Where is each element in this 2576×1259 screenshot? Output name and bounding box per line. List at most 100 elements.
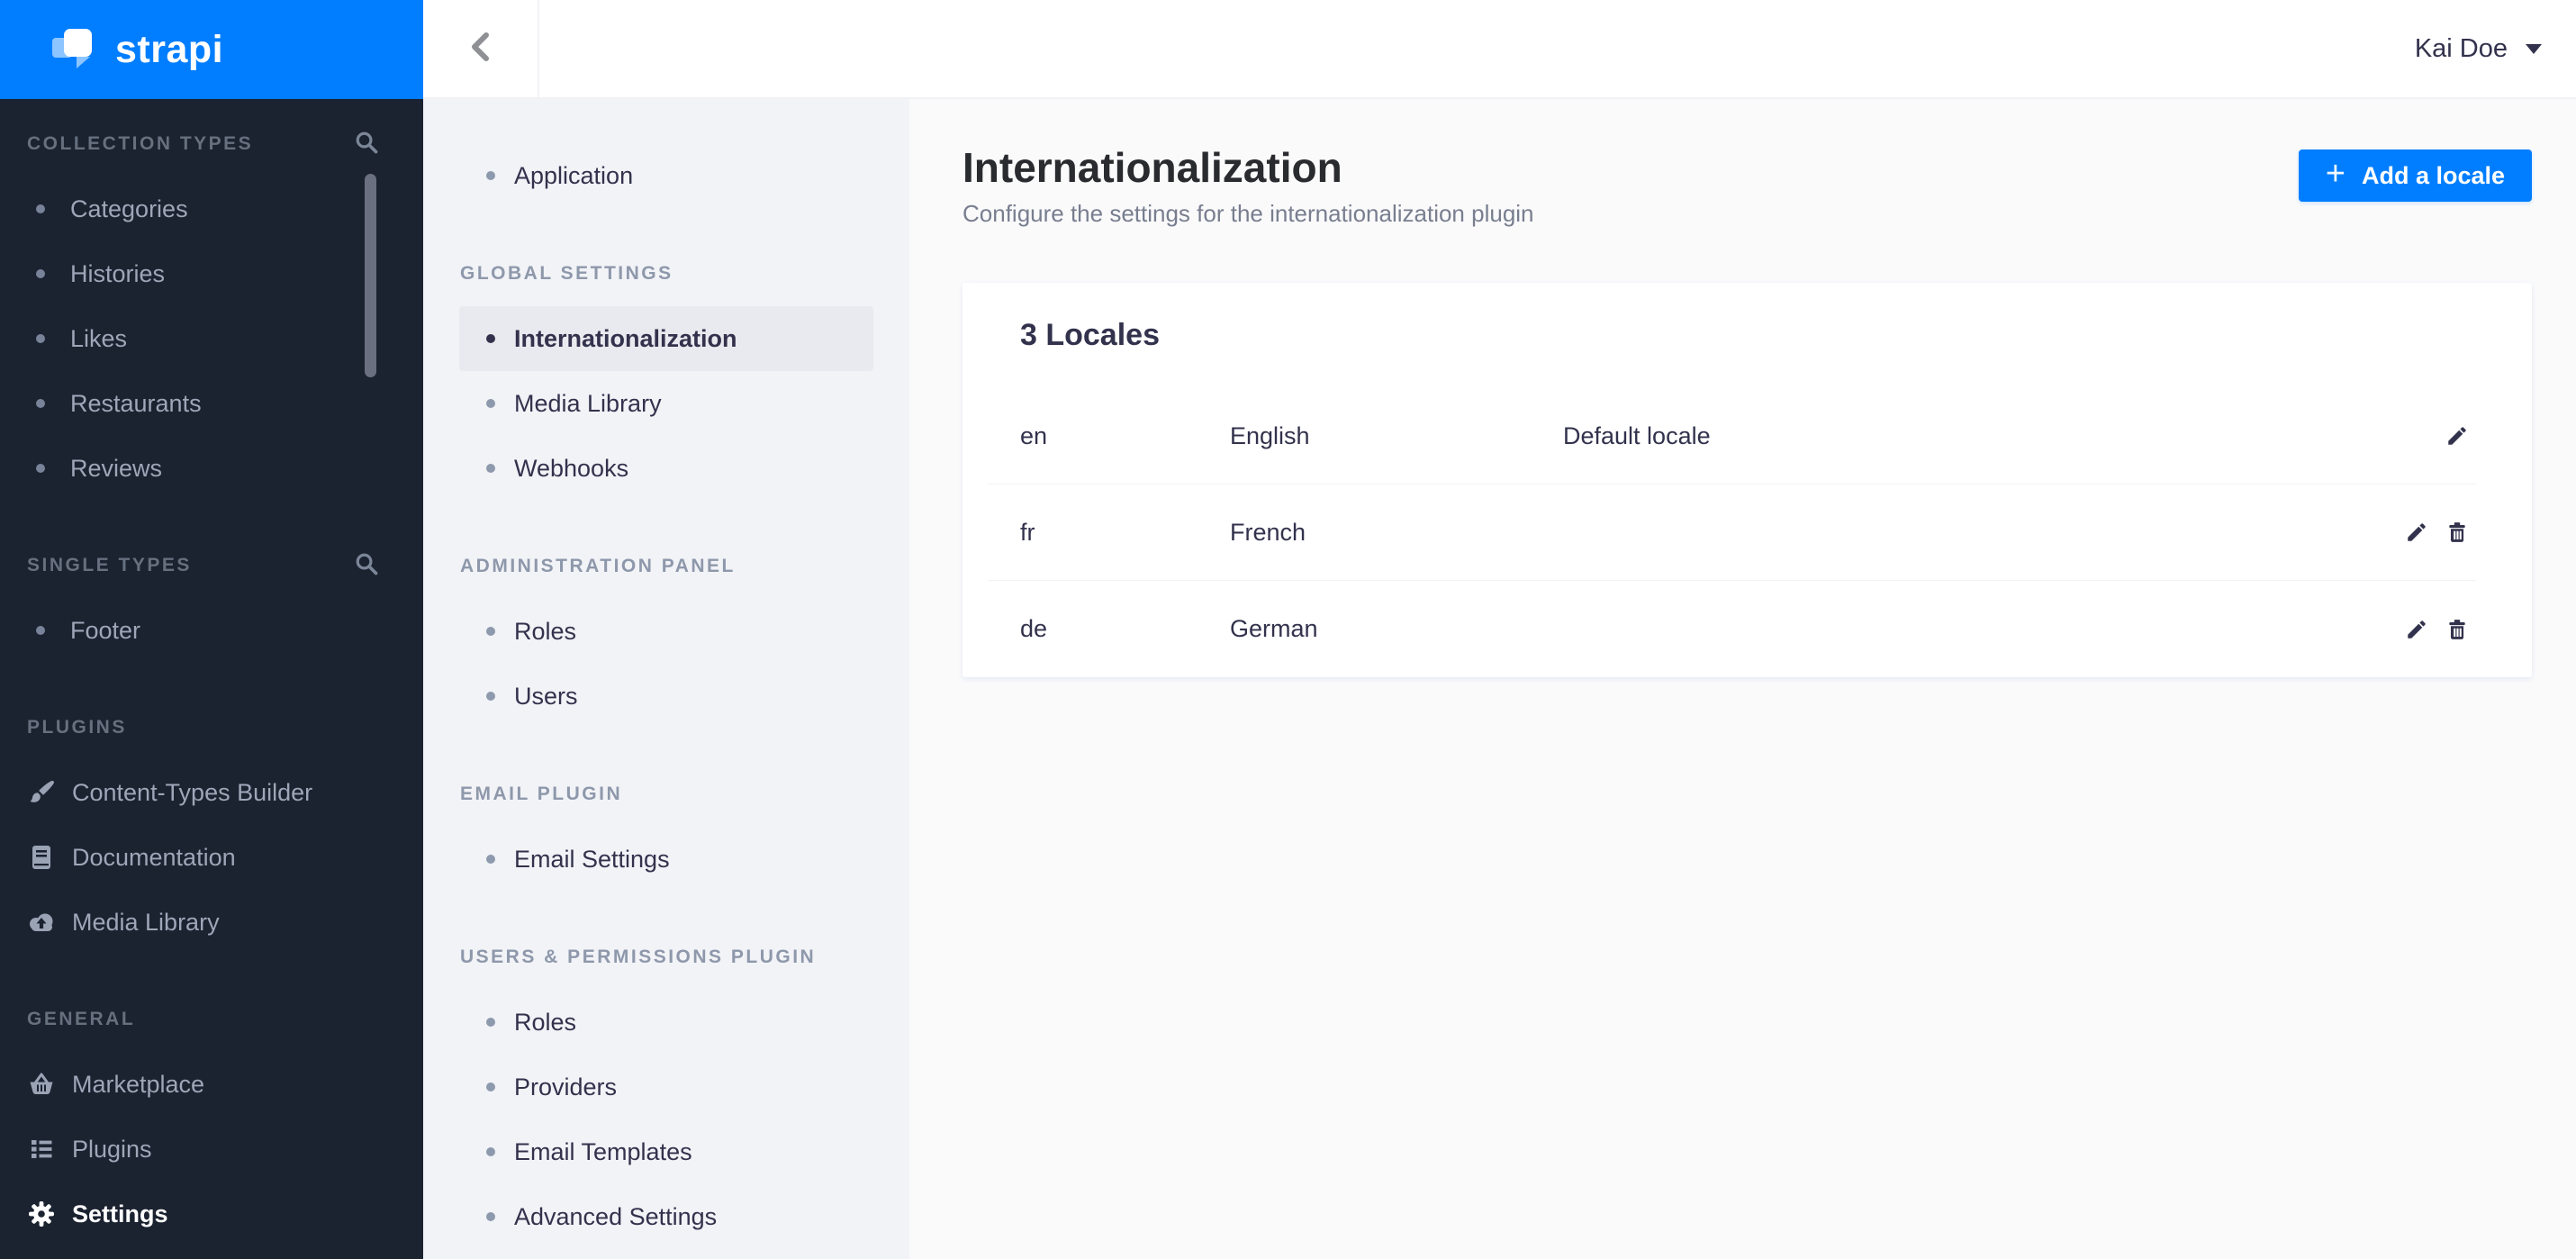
global-settings-header: GLOBAL SETTINGS: [460, 263, 673, 284]
settings-item-application[interactable]: Application: [459, 143, 873, 208]
paint-brush-icon: [27, 778, 56, 807]
page-subtitle: Configure the settings for the internati…: [963, 200, 1534, 227]
back-button[interactable]: [423, 0, 539, 97]
settings-item-webhooks[interactable]: Webhooks: [459, 436, 873, 501]
bullet-icon: [486, 1212, 495, 1221]
bullet-icon: [486, 334, 495, 343]
list-icon: [27, 1135, 56, 1164]
delete-locale-button[interactable]: [2445, 618, 2469, 641]
email-plugin-header: EMAIL PLUGIN: [460, 783, 623, 804]
locales-card: 3 Locales en English Default locale fr F…: [963, 283, 2532, 677]
strapi-logo-icon: [52, 29, 94, 70]
sidebar-item-reviews[interactable]: Reviews: [0, 436, 423, 501]
main-content: Internationalization Configure the setti…: [909, 99, 2576, 1259]
plus-icon: +: [2325, 155, 2346, 193]
sidebar-scrollbar[interactable]: [365, 174, 376, 377]
sidebar-item-documentation[interactable]: Documentation: [0, 825, 423, 890]
bullet-icon: [36, 626, 45, 635]
settings-item-up-roles[interactable]: Roles: [459, 990, 873, 1055]
settings-group-global-settings: GLOBAL SETTINGS Internationalization Med…: [423, 241, 909, 501]
section-plugins: PLUGINS Content-Types Builder Documentat…: [0, 695, 423, 955]
bullet-icon: [36, 399, 45, 408]
bullet-icon: [486, 1018, 495, 1027]
delete-locale-button[interactable]: [2445, 521, 2469, 544]
locales-count-title: 3 Locales: [1020, 318, 1160, 352]
bullet-icon: [36, 464, 45, 473]
gear-icon: [27, 1200, 56, 1228]
locale-row-en: en English Default locale: [988, 388, 2476, 485]
add-locale-button[interactable]: + Add a locale: [2298, 149, 2532, 202]
locale-code: fr: [1020, 518, 1035, 546]
sidebar-item-restaurants[interactable]: Restaurants: [0, 371, 423, 436]
chevron-left-icon: [467, 31, 494, 68]
sidebar-item-histories[interactable]: Histories: [0, 241, 423, 306]
cloud-upload-icon: [27, 908, 56, 937]
edit-locale-button[interactable]: [2405, 618, 2428, 641]
settings-item-email-templates[interactable]: Email Templates: [459, 1119, 873, 1184]
pencil-icon: [2448, 427, 2466, 445]
section-general: GENERAL Marketplace Plugins Settings: [0, 987, 423, 1246]
bullet-icon: [486, 1147, 495, 1156]
user-name: Kai Doe: [2414, 33, 2508, 63]
bullet-icon: [486, 171, 495, 180]
section-single-types: SINGLE TYPES Footer: [0, 533, 423, 663]
users-permissions-header: USERS & PERMISSIONS PLUGIN: [460, 947, 817, 967]
settings-item-admin-users[interactable]: Users: [459, 664, 873, 729]
plugins-label: PLUGINS: [27, 717, 127, 738]
sidebar-item-content-types-builder[interactable]: Content-Types Builder: [0, 760, 423, 825]
settings-item-advanced-settings[interactable]: Advanced Settings: [459, 1184, 873, 1249]
bullet-icon: [486, 627, 495, 636]
settings-item-admin-roles[interactable]: Roles: [459, 599, 873, 664]
trash-icon: [2449, 522, 2465, 542]
locale-row-de: de German: [988, 581, 2476, 677]
sidebar-item-settings[interactable]: Settings: [0, 1182, 423, 1246]
administration-panel-header: ADMINISTRATION PANEL: [460, 556, 736, 576]
settings-item-internationalization[interactable]: Internationalization: [459, 306, 873, 371]
settings-item-providers[interactable]: Providers: [459, 1055, 873, 1119]
strapi-logo: strapi: [0, 0, 423, 99]
basket-icon: [27, 1070, 56, 1099]
sidebar-item-likes[interactable]: Likes: [0, 306, 423, 371]
bullet-icon: [486, 399, 495, 408]
locale-code: de: [1020, 615, 1048, 642]
caret-down-icon: [2526, 43, 2542, 54]
search-icon[interactable]: [355, 131, 378, 159]
edit-locale-button[interactable]: [2445, 424, 2469, 448]
bullet-icon: [486, 855, 495, 864]
settings-sidebar: Application GLOBAL SETTINGS Internationa…: [423, 99, 909, 1259]
locale-code: en: [1020, 421, 1048, 449]
bullet-icon: [36, 204, 45, 213]
general-label: GENERAL: [27, 1009, 136, 1029]
logo-text: strapi: [115, 27, 224, 71]
locale-name: German: [1230, 615, 1318, 642]
topbar: strapi Kai Doe: [0, 0, 2576, 99]
pencil-icon: [2408, 523, 2426, 541]
sidebar-item-categories[interactable]: Categories: [0, 177, 423, 241]
locale-note: Default locale: [1563, 421, 1711, 449]
sidebar-item-marketplace[interactable]: Marketplace: [0, 1052, 423, 1117]
settings-group-users-permissions: USERS & PERMISSIONS PLUGIN Roles Provide…: [423, 925, 909, 1249]
user-menu[interactable]: Kai Doe: [2415, 0, 2576, 97]
locale-name: French: [1230, 518, 1306, 546]
settings-group-email-plugin: EMAIL PLUGIN Email Settings: [423, 762, 909, 892]
section-collection-types: COLLECTION TYPES Categories Histories Li…: [0, 112, 423, 501]
trash-icon: [2449, 619, 2465, 639]
settings-group-administration-panel: ADMINISTRATION PANEL Roles Users: [423, 534, 909, 729]
edit-locale-button[interactable]: [2405, 521, 2428, 544]
search-icon[interactable]: [355, 552, 378, 580]
sidebar-item-footer[interactable]: Footer: [0, 598, 423, 663]
settings-item-email-settings[interactable]: Email Settings: [459, 827, 873, 892]
bullet-icon: [486, 692, 495, 701]
bullet-icon: [36, 269, 45, 278]
bullet-icon: [486, 464, 495, 473]
pencil-icon: [2408, 620, 2426, 639]
settings-group-application: Application: [423, 143, 909, 208]
sidebar-item-media-library[interactable]: Media Library: [0, 890, 423, 955]
sidebar-item-plugins[interactable]: Plugins: [0, 1117, 423, 1182]
collection-types-label: COLLECTION TYPES: [27, 133, 254, 154]
single-types-label: SINGLE TYPES: [27, 555, 192, 575]
book-icon: [27, 843, 56, 872]
locale-name: English: [1230, 421, 1310, 449]
main-sidebar: COLLECTION TYPES Categories Histories Li…: [0, 99, 423, 1259]
settings-item-media-library[interactable]: Media Library: [459, 371, 873, 436]
